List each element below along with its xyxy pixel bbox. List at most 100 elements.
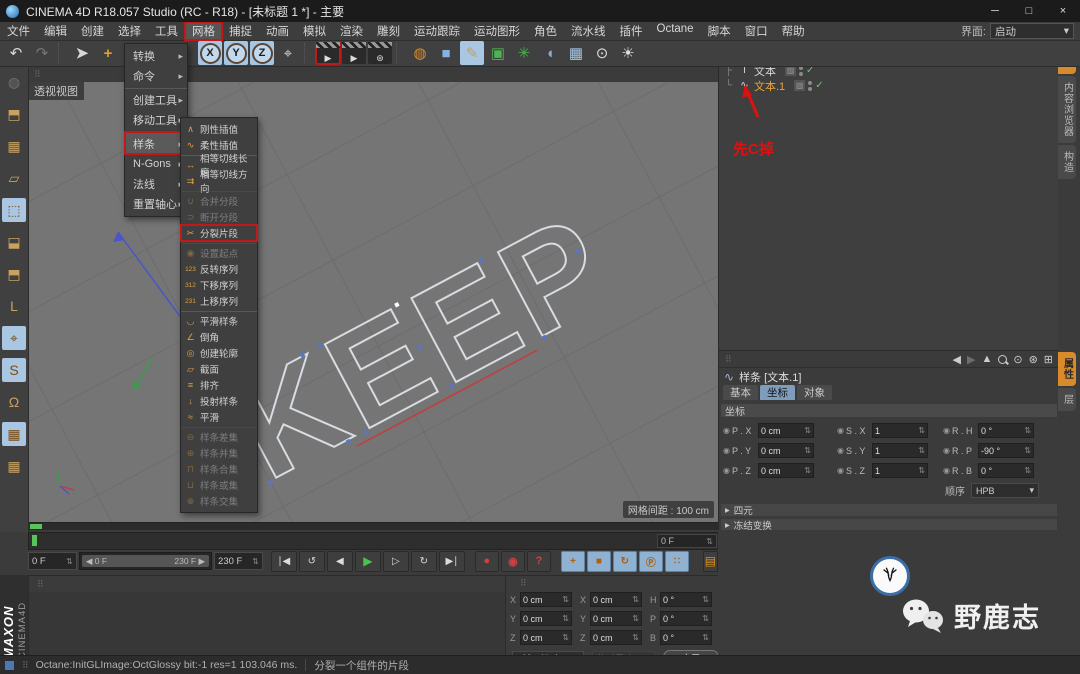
history-forward-icon[interactable]: ▶ xyxy=(967,353,975,366)
key-record-icon[interactable]: ◉ xyxy=(943,446,950,455)
mesh-menu-item[interactable]: 样条 ▸ xyxy=(124,131,188,155)
visibility-dots[interactable] xyxy=(808,80,813,91)
menubar-item[interactable]: 文件 xyxy=(0,22,37,40)
spinner-icon[interactable]: ⇅ xyxy=(804,426,811,435)
menubar-item[interactable]: 运动跟踪 xyxy=(407,22,467,40)
maximize-button[interactable]: □ xyxy=(1012,0,1046,22)
texture-mode-icon[interactable]: ▦ xyxy=(2,134,26,158)
menubar-item[interactable]: 模拟 xyxy=(296,22,333,40)
spline-submenu-item[interactable]: ◉ 设置起点 xyxy=(181,243,257,261)
key-position-button[interactable]: + xyxy=(560,550,585,572)
range-bar[interactable]: ◀ 0 F 230 F ▶ xyxy=(81,555,210,567)
attribute-tab[interactable]: 基本 xyxy=(723,385,758,400)
range-left-cap[interactable]: ◀ xyxy=(86,556,93,566)
menubar-item[interactable]: 工具 xyxy=(148,22,185,40)
goto-end-button[interactable]: ▶∣ xyxy=(438,550,465,572)
search-icon[interactable] xyxy=(998,354,1008,364)
light-icon[interactable]: ☀ xyxy=(616,41,640,65)
field-input[interactable]: 1 ⇅ xyxy=(871,423,928,438)
attribute-tab[interactable]: 对象 xyxy=(797,385,832,400)
subdivision-surface-icon[interactable]: ◍ xyxy=(408,41,432,65)
spinner-icon[interactable]: ⇅ xyxy=(632,595,639,604)
mesh-menu-item[interactable]: 移动工具 ▸ xyxy=(125,110,187,130)
spinner-icon[interactable]: ⇅ xyxy=(804,466,811,475)
history-back-icon[interactable]: ◀ xyxy=(953,353,961,366)
key-record-icon[interactable]: ◉ xyxy=(943,466,950,475)
timeline-ladder-button[interactable]: ▤ xyxy=(702,550,718,572)
spline-submenu-item[interactable]: 312 下移序列 xyxy=(181,277,257,293)
spinner-icon[interactable]: ⇅ xyxy=(562,614,569,623)
key-record-icon[interactable]: ◉ xyxy=(723,446,730,455)
coordinate-system-button[interactable]: ⌖ xyxy=(276,41,300,65)
menubar-item[interactable]: 雕刻 xyxy=(370,22,407,40)
spline-submenu-item[interactable]: ⊔ 样条或集 xyxy=(181,477,257,493)
prev-key-button[interactable]: ↺ xyxy=(298,550,325,572)
spline-submenu-item[interactable]: ∧ 刚性插值 xyxy=(181,121,257,137)
key-record-icon[interactable]: ◉ xyxy=(837,466,844,475)
spline-submenu-item[interactable]: ∠ 倒角 xyxy=(181,329,257,345)
deformer-icon[interactable]: ◖ xyxy=(538,41,562,65)
convert-selection-icon[interactable]: ◍ xyxy=(2,70,26,94)
menubar-item[interactable]: Octane xyxy=(650,22,701,40)
key-record-icon[interactable]: ◉ xyxy=(837,446,844,455)
layout-tab[interactable]: 内容浏览器 xyxy=(1058,76,1076,143)
workplane-lock-icon[interactable]: ▦ xyxy=(2,422,26,446)
viewport-label[interactable]: 透视视图 xyxy=(28,82,84,100)
cube-primitive-icon[interactable]: ■ xyxy=(434,41,458,65)
lock-z-axis[interactable]: Z xyxy=(250,41,274,65)
object-name[interactable]: 文本.1 xyxy=(754,78,785,94)
key-rotation-button[interactable]: ↻ xyxy=(612,550,637,572)
field-input[interactable]: 0 cm ⇅ xyxy=(757,423,814,438)
collapsible-section[interactable]: ▸ 四元 xyxy=(721,504,1057,517)
new-panel-icon[interactable]: ⊞ xyxy=(1044,353,1053,366)
object-row[interactable]: └ ∿ 文本.1 ▨ ✓ xyxy=(725,78,1059,93)
prev-frame-button[interactable]: ◀ xyxy=(326,550,353,572)
object-type-icon[interactable]: ∿ xyxy=(738,80,751,91)
layout-dropdown[interactable]: 启动 ▾ xyxy=(990,23,1074,39)
field-input[interactable]: 0 ° ⇅ xyxy=(660,611,712,626)
field-input[interactable]: 1 ⇅ xyxy=(871,463,928,478)
key-record-icon[interactable]: ◉ xyxy=(723,426,730,435)
spinner-icon[interactable]: ⇅ xyxy=(1024,426,1031,435)
key-scale-button[interactable]: ■ xyxy=(586,550,611,572)
panel-grip[interactable]: ⠿ xyxy=(22,660,29,671)
field-input[interactable]: 1 ⇅ xyxy=(871,443,928,458)
spinner-icon[interactable]: ⇅ xyxy=(702,595,709,604)
menubar-item[interactable]: 创建 xyxy=(74,22,111,40)
spinner-icon[interactable]: ⇅ xyxy=(562,595,569,604)
next-frame-button[interactable]: ▷ xyxy=(382,550,409,572)
menubar-item[interactable]: 流水线 xyxy=(564,22,613,40)
spinner-icon[interactable]: ⇅ xyxy=(562,633,569,642)
mesh-menu-item[interactable]: 创建工具 ▸ xyxy=(125,88,187,110)
playhead-marker[interactable] xyxy=(32,535,37,546)
model-mode-icon[interactable]: ⬒ xyxy=(2,102,26,126)
spinner-icon[interactable]: ⇅ xyxy=(702,633,709,642)
spline-submenu-item[interactable]: ⊗ 样条交集 xyxy=(181,493,257,509)
key-parameter-button[interactable]: Ⓟ xyxy=(638,550,663,572)
field-input[interactable]: 0 ° ⇅ xyxy=(660,630,712,645)
field-input[interactable]: 0 cm ⇅ xyxy=(590,592,642,607)
lock-y-axis[interactable]: Y xyxy=(224,41,248,65)
mesh-menu-item[interactable]: N-Gons ▸ xyxy=(125,154,187,174)
field-input[interactable]: 0 ° ⇅ xyxy=(660,592,712,607)
attribute-tab[interactable]: 坐标 xyxy=(760,385,795,400)
extrude-generator-icon[interactable]: ▣ xyxy=(486,41,510,65)
spinner-icon[interactable]: ⇅ xyxy=(804,446,811,455)
panel-grip[interactable]: ⠿ xyxy=(34,69,41,80)
spline-submenu-item[interactable]: ∪ 合并分段 xyxy=(181,191,257,209)
spline-submenu-item[interactable]: ⊕ 样条并集 xyxy=(181,445,257,461)
current-frame-field[interactable]: 0 F ⇅ xyxy=(28,552,77,570)
panel-grip[interactable]: ⠿ xyxy=(520,578,527,589)
render-picture-viewer-button[interactable]: ▶ xyxy=(342,42,366,64)
spline-submenu-item[interactable]: ≈ 平滑 xyxy=(181,409,257,425)
spinner-icon[interactable]: ⇅ xyxy=(918,466,925,475)
field-input[interactable]: 0 cm ⇅ xyxy=(757,463,814,478)
menubar-item[interactable]: 运动图形 xyxy=(467,22,527,40)
panel-grip[interactable]: ⠿ xyxy=(37,579,44,590)
spinner-icon[interactable]: ⇅ xyxy=(1024,466,1031,475)
menubar-item[interactable]: 脚本 xyxy=(701,22,738,40)
mesh-menu-item[interactable]: 转换 ▸ xyxy=(125,46,187,66)
mesh-menu-item[interactable]: 法线 ▸ xyxy=(125,174,187,194)
field-input[interactable]: 0 cm ⇅ xyxy=(520,592,572,607)
spline-submenu-item[interactable]: 123 反转序列 xyxy=(181,261,257,277)
